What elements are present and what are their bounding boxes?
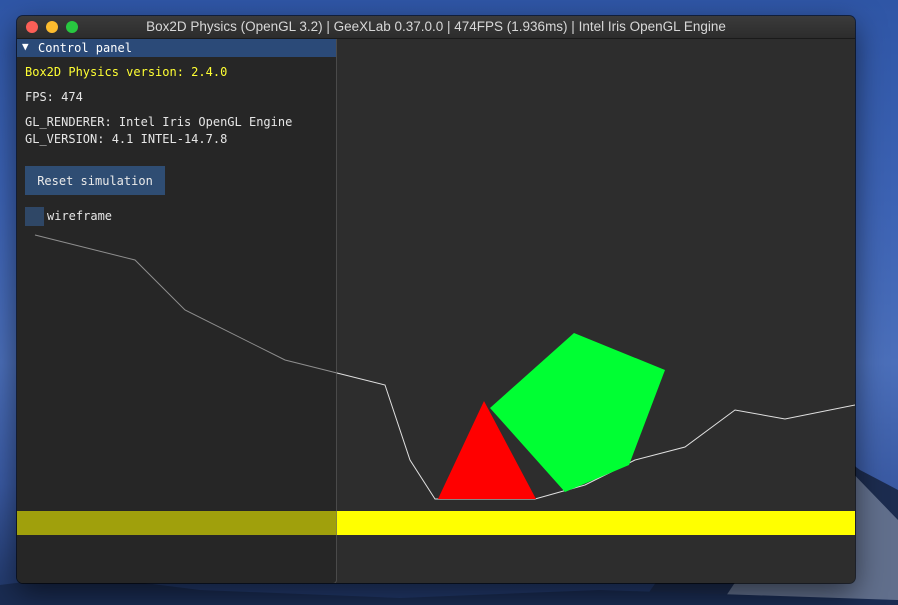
window-title: Box2D Physics (OpenGL 3.2) | GeeXLab 0.3… xyxy=(146,19,726,34)
wireframe-label[interactable]: wireframe xyxy=(47,209,112,223)
control-panel-title: Control panel xyxy=(38,41,132,55)
wireframe-checkbox[interactable] xyxy=(25,207,44,226)
reset-simulation-button[interactable]: Reset simulation xyxy=(25,166,165,195)
control-panel: ▼ Control panel Box2D Physics version: 2… xyxy=(17,39,337,583)
fps-text: FPS: 474 xyxy=(25,90,83,104)
control-panel-header[interactable]: ▼ Control panel xyxy=(17,39,336,57)
app-window: Box2D Physics (OpenGL 3.2) | GeeXLab 0.3… xyxy=(17,16,855,583)
version-text: Box2D Physics version: 2.4.0 xyxy=(25,65,228,79)
triangle-down-icon[interactable]: ▼ xyxy=(22,40,29,53)
gl-renderer-text: GL_RENDERER: Intel Iris OpenGL Engine xyxy=(25,115,293,129)
title-bar[interactable]: Box2D Physics (OpenGL 3.2) | GeeXLab 0.3… xyxy=(17,16,855,39)
render-viewport[interactable]: ▼ Control panel Box2D Physics version: 2… xyxy=(17,39,855,583)
gl-version-text: GL_VERSION: 4.1 INTEL-14.7.8 xyxy=(25,132,228,146)
